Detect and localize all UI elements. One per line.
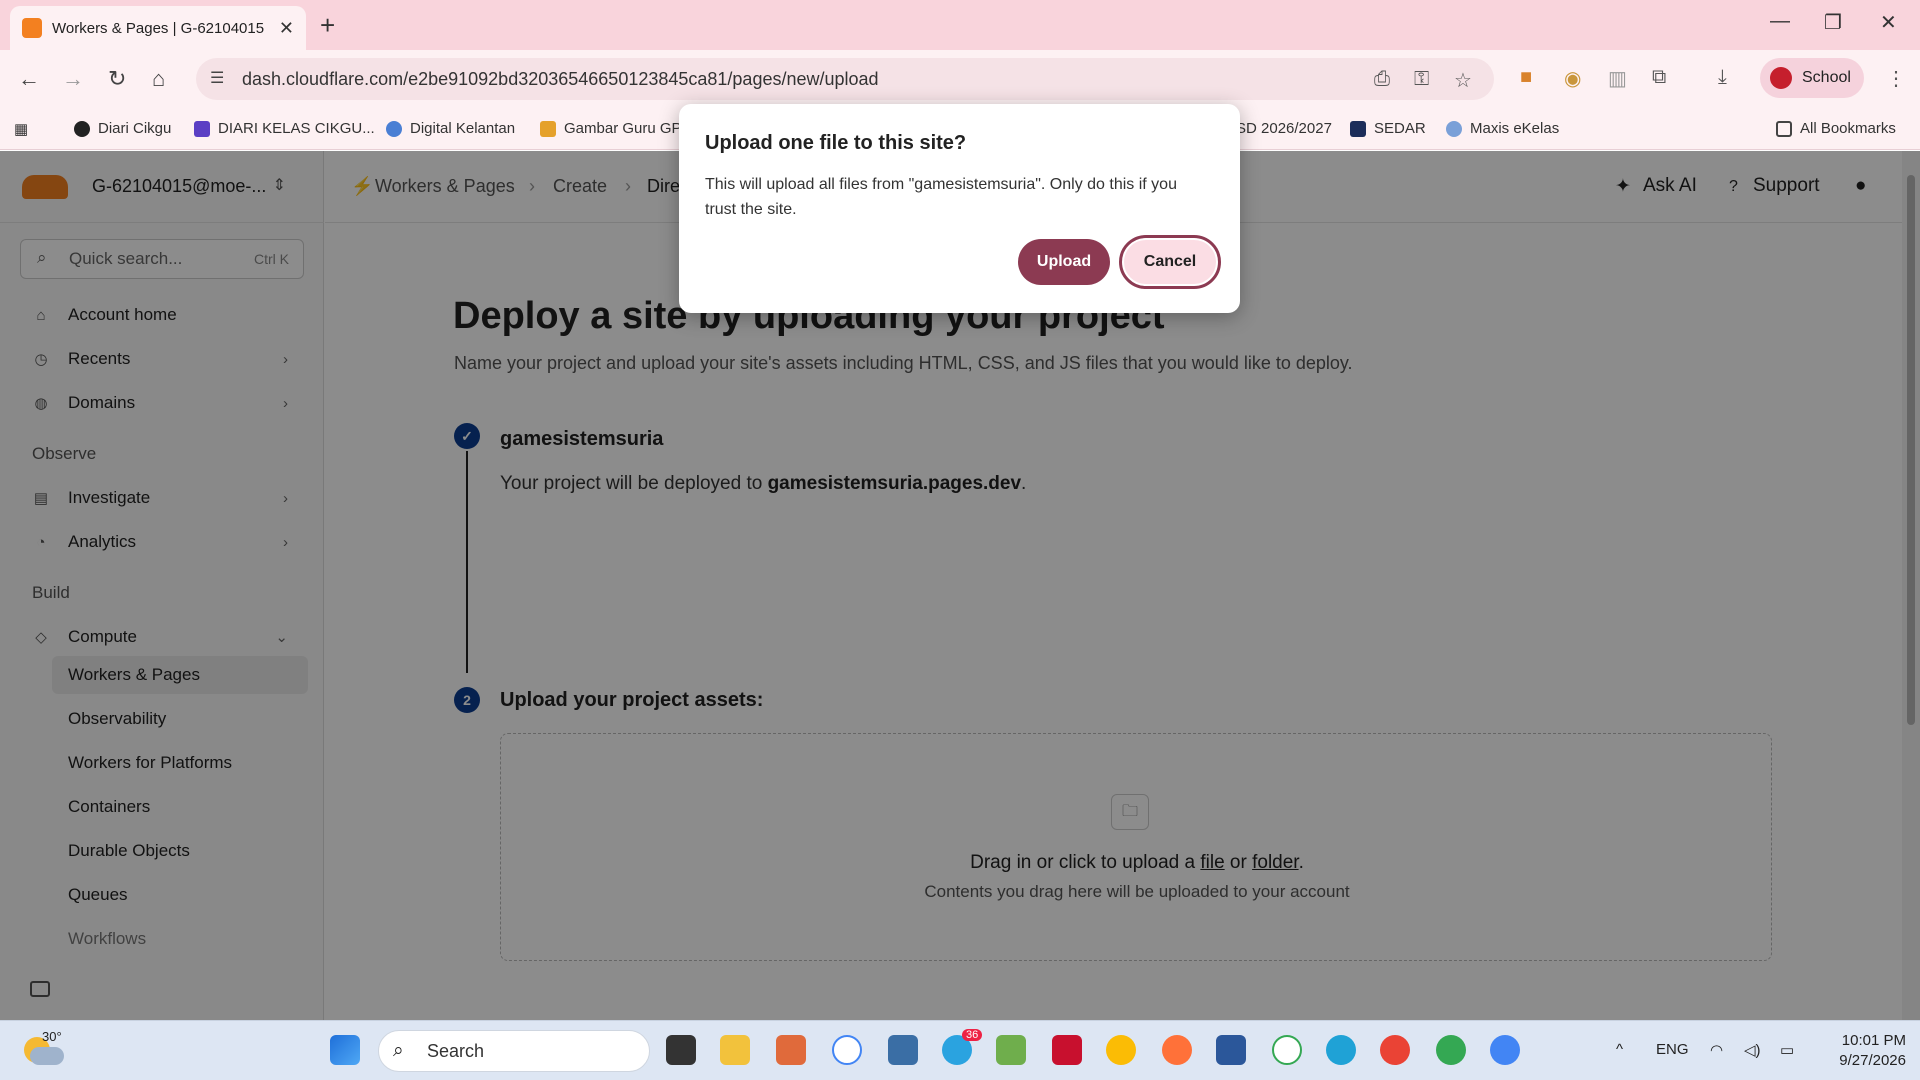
bookmark-item[interactable]: SEDAR (1350, 120, 1426, 137)
google-icon[interactable] (832, 1035, 862, 1065)
bookmark-favicon-icon (194, 120, 210, 137)
reload-icon[interactable]: ↻ (108, 66, 126, 92)
bookmark-favicon-icon (540, 120, 556, 137)
browser-tab[interactable]: Workers & Pages | G-62104015 ✕ (10, 6, 306, 50)
extension-3-icon[interactable]: ▥ (1608, 66, 1627, 91)
bookmark-favicon-icon (386, 120, 402, 137)
browser-tab-bar: Workers & Pages | G-62104015 ✕ + — ❐ ✕ (0, 0, 1920, 50)
bookmark-item[interactable]: SD 2026/2027 (1236, 120, 1332, 137)
bookmark-favicon-icon (74, 120, 90, 137)
bookmark-star-icon[interactable]: ☆ (1454, 68, 1472, 93)
chrome-icon[interactable] (1436, 1035, 1466, 1065)
tab-title: Workers & Pages | G-62104015 (52, 19, 265, 37)
word-icon[interactable] (1216, 1035, 1246, 1065)
temperature: 30° (42, 1029, 62, 1044)
search-icon: ⌕ (393, 1040, 404, 1061)
extension-2-icon[interactable]: ◉ (1564, 66, 1581, 91)
bookmark-item[interactable]: Digital Kelantan (386, 120, 515, 137)
filezilla-icon[interactable] (1052, 1035, 1082, 1065)
close-window-icon[interactable]: ✕ (1880, 10, 1897, 35)
install-app-icon[interactable]: ⎙ (1374, 68, 1390, 91)
upload-confirm-dialog: Upload one file to this site? This will … (679, 104, 1240, 313)
app-icon[interactable] (888, 1035, 918, 1065)
taskbar-search-label: Search (427, 1040, 485, 1061)
firefox-icon[interactable] (1162, 1035, 1192, 1065)
battery-icon[interactable]: ▭ (1780, 1041, 1794, 1059)
windows-taskbar: 30° ⌕ Search 36 ^ ENG ◠ ◁) ▭ 10:01 PM 9/… (0, 1020, 1920, 1080)
telegram-badge: 36 (962, 1029, 983, 1041)
file-explorer-icon[interactable] (720, 1035, 750, 1065)
browser-toolbar: ← → ↻ ⌂ ☰ dash.cloudflare.com/e2be91092b… (0, 50, 1920, 108)
language-indicator[interactable]: ENG (1656, 1041, 1689, 1058)
forward-icon[interactable]: → (62, 66, 84, 92)
taskbar-search[interactable]: ⌕ Search (378, 1030, 650, 1072)
bookmark-favicon-icon (1350, 120, 1366, 137)
bookmark-item[interactable]: Maxis eKelas (1446, 120, 1559, 137)
restore-icon[interactable]: ❐ (1824, 10, 1842, 35)
close-tab-icon[interactable]: ✕ (279, 18, 294, 39)
bookmark-favicon-icon (1446, 120, 1462, 137)
cloudflare-favicon-icon (22, 18, 42, 38)
date: 9/27/2026 (1839, 1052, 1906, 1069)
cloud-icon (30, 1047, 64, 1065)
folder-icon (1776, 120, 1792, 137)
extension-1-icon[interactable]: ■ (1520, 66, 1532, 89)
app-icon[interactable] (996, 1035, 1026, 1065)
address-bar[interactable]: ☰ dash.cloudflare.com/e2be91092bd3203654… (196, 58, 1494, 100)
download-icon[interactable]: ⤓ (1718, 66, 1727, 89)
clock[interactable]: 10:01 PM 9/27/2026 (1826, 1031, 1906, 1071)
bookmark-item[interactable]: Gambar Guru GPI (540, 120, 686, 137)
password-key-icon[interactable]: ⚿ (1414, 68, 1429, 91)
bookmark-item[interactable]: DIARI KELAS CIKGU... (194, 120, 375, 137)
profile-label: School (1802, 69, 1851, 86)
volume-icon[interactable]: ◁) (1744, 1041, 1761, 1059)
show-hidden-icons-icon[interactable]: ^ (1616, 1041, 1623, 1058)
profile-button[interactable]: School (1760, 58, 1864, 98)
wifi-icon[interactable]: ◠ (1710, 1041, 1723, 1059)
weather-widget[interactable]: 30° (24, 1029, 64, 1067)
apps-grid-icon[interactable]: ▦ (14, 120, 28, 138)
chrome-icon[interactable] (1380, 1035, 1410, 1065)
extensions-puzzle-icon[interactable]: ⧉ (1652, 66, 1666, 89)
bookmark-item[interactable]: Diari Cikgu (74, 120, 171, 137)
minimize-icon[interactable]: — (1770, 10, 1790, 33)
task-view-icon[interactable] (666, 1035, 696, 1065)
edge-icon[interactable] (1326, 1035, 1356, 1065)
all-bookmarks-button[interactable]: All Bookmarks (1776, 120, 1896, 137)
windows-start-icon[interactable] (330, 1035, 360, 1065)
chrome-icon[interactable] (1106, 1035, 1136, 1065)
home-icon[interactable]: ⌂ (152, 66, 165, 92)
url-text: dash.cloudflare.com/e2be91092bd320365466… (242, 68, 879, 89)
avatar (1770, 67, 1792, 89)
dialog-title: Upload one file to this site? (705, 132, 967, 154)
new-tab-button[interactable]: + (320, 10, 335, 41)
app-icon[interactable] (776, 1035, 806, 1065)
site-info-icon[interactable]: ☰ (210, 68, 224, 88)
cancel-button[interactable]: Cancel (1119, 235, 1221, 289)
upload-button[interactable]: Upload (1018, 239, 1110, 285)
chrome-icon[interactable] (1490, 1035, 1520, 1065)
google-icon[interactable] (1272, 1035, 1302, 1065)
time: 10:01 PM (1841, 1032, 1906, 1049)
dialog-message: This will upload all files from "gamesis… (705, 176, 1177, 218)
menu-kebab-icon[interactable]: ⋮ (1886, 66, 1906, 91)
back-icon[interactable]: ← (18, 66, 40, 92)
